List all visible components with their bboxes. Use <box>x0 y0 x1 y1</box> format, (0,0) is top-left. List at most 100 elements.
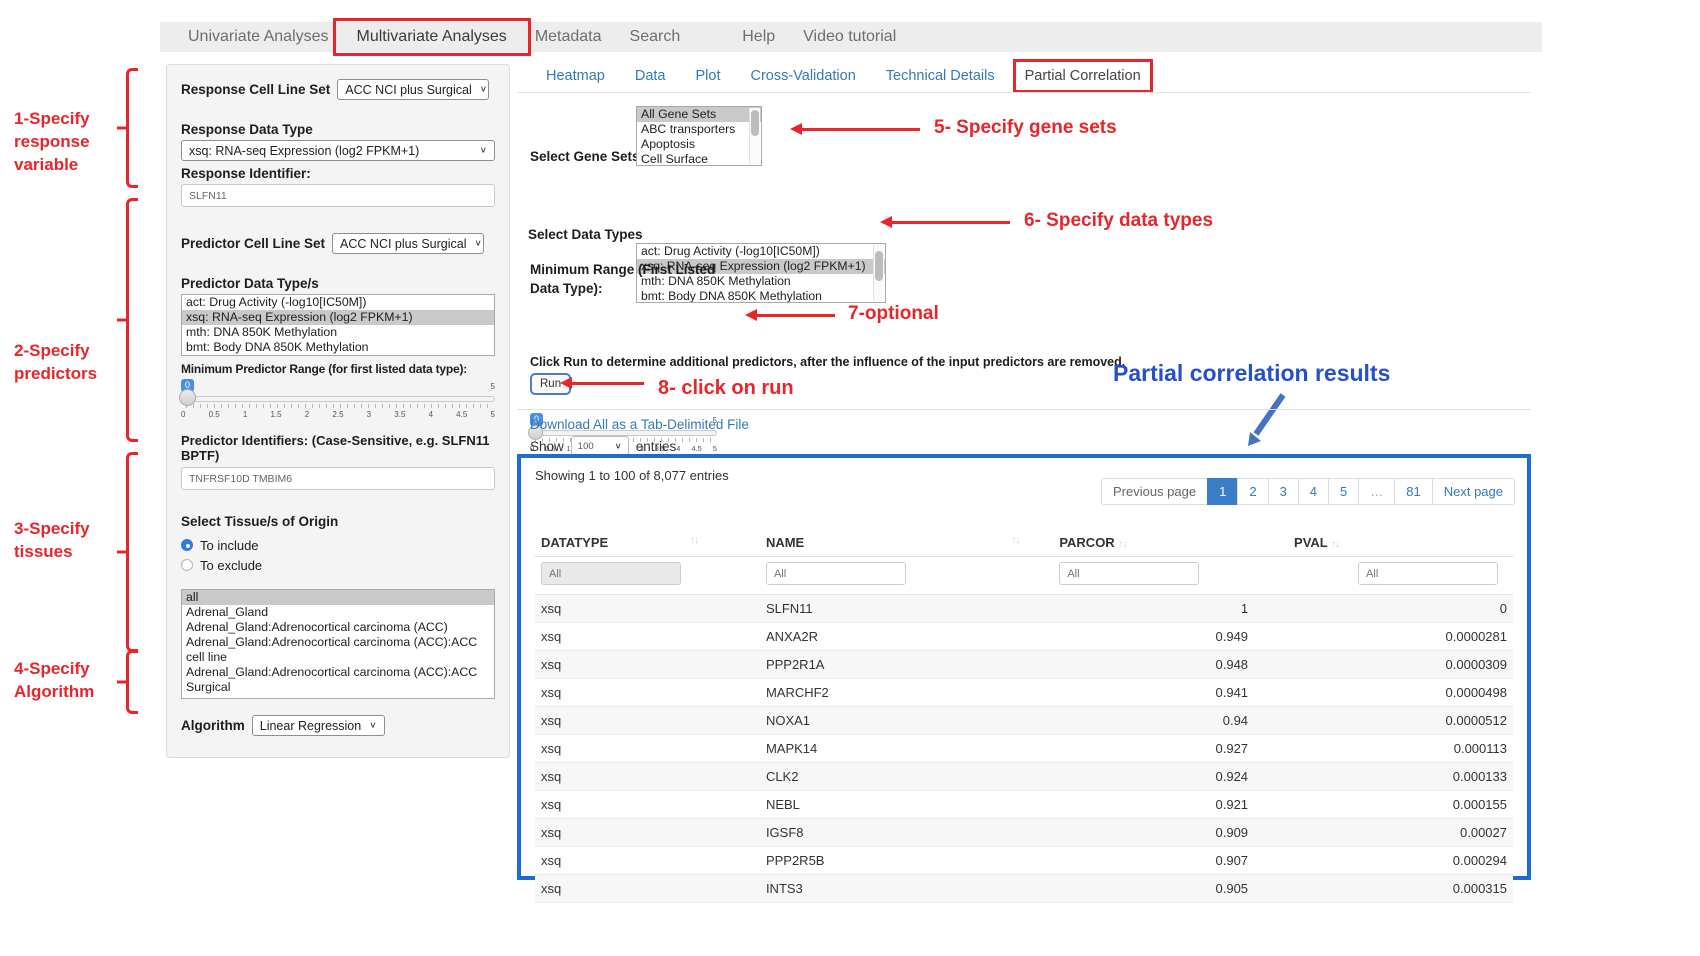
table-filter-row <box>535 557 1513 595</box>
annotation-bracket-1 <box>126 68 138 188</box>
tab-data[interactable]: Data <box>635 68 666 84</box>
listbox-option[interactable]: Adrenal_Gland <box>182 605 494 620</box>
listbox-option[interactable]: Adrenal_Gland:Adrenocortical carcinoma (… <box>182 620 494 635</box>
red-arrow-icon-step7 <box>757 314 835 317</box>
sort-icon[interactable] <box>690 535 698 546</box>
nav-item-metadata[interactable]: Metadata <box>521 28 616 46</box>
tab-plot[interactable]: Plot <box>695 68 720 84</box>
blue-arrow-icon <box>1236 389 1294 451</box>
tab-cross-validation[interactable]: Cross-Validation <box>750 68 855 84</box>
table-row: xsqINTS30.9050.000315 <box>535 875 1513 903</box>
listbox-option-selected[interactable]: All Gene Sets <box>637 107 761 122</box>
annotation-results-title: Partial correlation results <box>1113 360 1390 387</box>
page-button-81[interactable]: 81 <box>1394 478 1432 505</box>
listbox-option[interactable]: ABC transporters <box>637 122 761 137</box>
chevron-down-icon: ∨ <box>480 146 487 155</box>
listbox-option[interactable]: bmt: Body DNA 850K Methylation <box>182 340 494 355</box>
tissues-exclude-radio-row[interactable]: To exclude <box>181 555 495 575</box>
filter-input-pval[interactable] <box>1358 562 1498 585</box>
radio-unchecked-icon[interactable] <box>181 559 193 571</box>
nav-item-video-tutorial[interactable]: Video tutorial <box>789 28 910 46</box>
table-row: xsqNEBL0.9210.000155 <box>535 791 1513 819</box>
slider-minor-ticks <box>186 404 490 408</box>
filter-input-name[interactable] <box>766 562 906 585</box>
annotation-bracket-4 <box>126 650 138 714</box>
filter-input-datatype[interactable] <box>541 562 681 585</box>
response-cell-line-set-select[interactable]: ACC NCI plus Surgical ∨ <box>337 79 489 100</box>
slider-track <box>181 396 495 402</box>
download-all-link[interactable]: Download All as a Tab-Delimited File <box>530 417 749 432</box>
nav-item-search[interactable]: Search <box>616 28 695 46</box>
nav-item-multivariate-analyses[interactable]: Multivariate Analyses <box>343 28 521 46</box>
listbox-option[interactable]: Cell Surface <box>637 152 761 166</box>
filter-input-parcor[interactable] <box>1059 562 1199 585</box>
radio-checked-icon[interactable] <box>181 539 193 551</box>
page-button-5[interactable]: 5 <box>1328 478 1359 505</box>
chevron-down-icon: ∨ <box>480 85 487 94</box>
listbox-option-selected[interactable]: all <box>182 590 494 605</box>
listbox-option-selected[interactable]: xsq: RNA-seq Expression (log2 FPKM+1) <box>182 310 494 325</box>
response-data-type-select[interactable]: xsq: RNA-seq Expression (log2 FPKM+1) ∨ <box>181 140 495 161</box>
scrollbar-thumb[interactable] <box>751 110 759 136</box>
header-datatype[interactable]: DATATYPE <box>535 529 760 557</box>
listbox-option[interactable]: act: Drug Activity (-log10[IC50M]) <box>637 244 885 259</box>
response-data-type-label: Response Data Type <box>181 122 495 137</box>
listbox-option[interactable]: mth: DNA 850K Methylation <box>182 325 494 340</box>
gene-sets-label: Select Gene Sets <box>530 149 640 164</box>
page-button-3[interactable]: 3 <box>1268 478 1299 505</box>
scrollbar-track[interactable] <box>749 108 760 164</box>
tick-label: 0 <box>181 410 185 419</box>
table-row: xsqCLK20.9240.000133 <box>535 763 1513 791</box>
nav-item-help[interactable]: Help <box>728 28 789 46</box>
response-identifier-input[interactable] <box>181 184 495 207</box>
table-row: xsqPPP2R1A0.9480.0000309 <box>535 651 1513 679</box>
next-page-button[interactable]: Next page <box>1432 478 1515 505</box>
header-pval[interactable]: PVAL <box>1288 529 1513 557</box>
tab-partial-correlation[interactable]: Partial Correlation <box>1025 68 1141 84</box>
table-row: xsqPPP2R5B0.9070.000294 <box>535 847 1513 875</box>
header-name[interactable]: NAME <box>760 529 1053 557</box>
tick-label: 3 <box>367 410 371 419</box>
header-parcor[interactable]: PARCOR <box>1053 529 1288 557</box>
chevron-down-icon: ∨ <box>614 442 621 451</box>
annotation-step1: 1-Specify response variable <box>14 108 90 177</box>
scrollbar-track[interactable] <box>873 245 884 301</box>
listbox-option[interactable]: Apoptosis <box>637 137 761 152</box>
min-range-label: Minimum Range (First Listed Data Type): <box>530 261 715 299</box>
algorithm-label: Algorithm <box>181 718 245 733</box>
gene-sets-listbox[interactable]: All Gene Sets ABC transporters Apoptosis… <box>636 106 762 166</box>
tick-label: 4.5 <box>691 444 701 453</box>
predictor-identifiers-input[interactable] <box>181 467 495 490</box>
tick-label: 2 <box>305 410 309 419</box>
scrollbar-thumb[interactable] <box>875 251 883 281</box>
page-ellipsis: … <box>1358 478 1395 505</box>
page-button-1[interactable]: 1 <box>1207 478 1238 505</box>
sort-icon[interactable] <box>1331 539 1339 550</box>
listbox-option[interactable]: act: Drug Activity (-log10[IC50M]) <box>182 295 494 310</box>
slider-tick-labels: 0 0.5 1 1.5 2 2.5 3 3.5 4 4.5 5 <box>181 410 495 419</box>
tissues-include-radio-row[interactable]: To include <box>181 535 495 555</box>
prev-page-button[interactable]: Previous page <box>1101 478 1208 505</box>
tab-heatmap[interactable]: Heatmap <box>546 68 605 84</box>
sort-icon[interactable] <box>1118 539 1126 550</box>
tabs-underline <box>517 92 1531 93</box>
predictor-data-types-listbox[interactable]: act: Drug Activity (-log10[IC50M]) xsq: … <box>181 294 495 356</box>
tick-label: 5 <box>490 410 494 419</box>
nav-item-univariate-analyses[interactable]: Univariate Analyses <box>174 28 343 46</box>
page-button-2[interactable]: 2 <box>1237 478 1268 505</box>
algorithm-select[interactable]: Linear Regression ∨ <box>252 715 385 736</box>
tab-technical-details[interactable]: Technical Details <box>886 68 995 84</box>
header-label: DATATYPE <box>541 535 608 550</box>
listbox-option[interactable]: Adrenal_Gland:Adrenocortical carcinoma (… <box>182 665 494 695</box>
slider-thumb[interactable] <box>179 389 196 406</box>
section-divider <box>517 409 1531 410</box>
min-predictor-range-slider[interactable]: 0 5 0 0.5 1 1.5 2 2.5 3 3.5 4 4.5 5 <box>181 379 495 421</box>
predictor-cell-line-set-select[interactable]: ACC NCI plus Surgical ∨ <box>332 233 484 254</box>
annotation-step2: 2-Specify predictors <box>14 340 97 386</box>
select-value: Linear Regression <box>260 719 361 733</box>
sort-icon[interactable] <box>1011 535 1019 546</box>
listbox-option[interactable]: Adrenal_Gland:Adrenocortical carcinoma (… <box>182 635 494 665</box>
page-button-4[interactable]: 4 <box>1298 478 1329 505</box>
chevron-down-icon: ∨ <box>369 721 376 730</box>
tissues-listbox[interactable]: all Adrenal_Gland Adrenal_Gland:Adrenoco… <box>181 589 495 699</box>
